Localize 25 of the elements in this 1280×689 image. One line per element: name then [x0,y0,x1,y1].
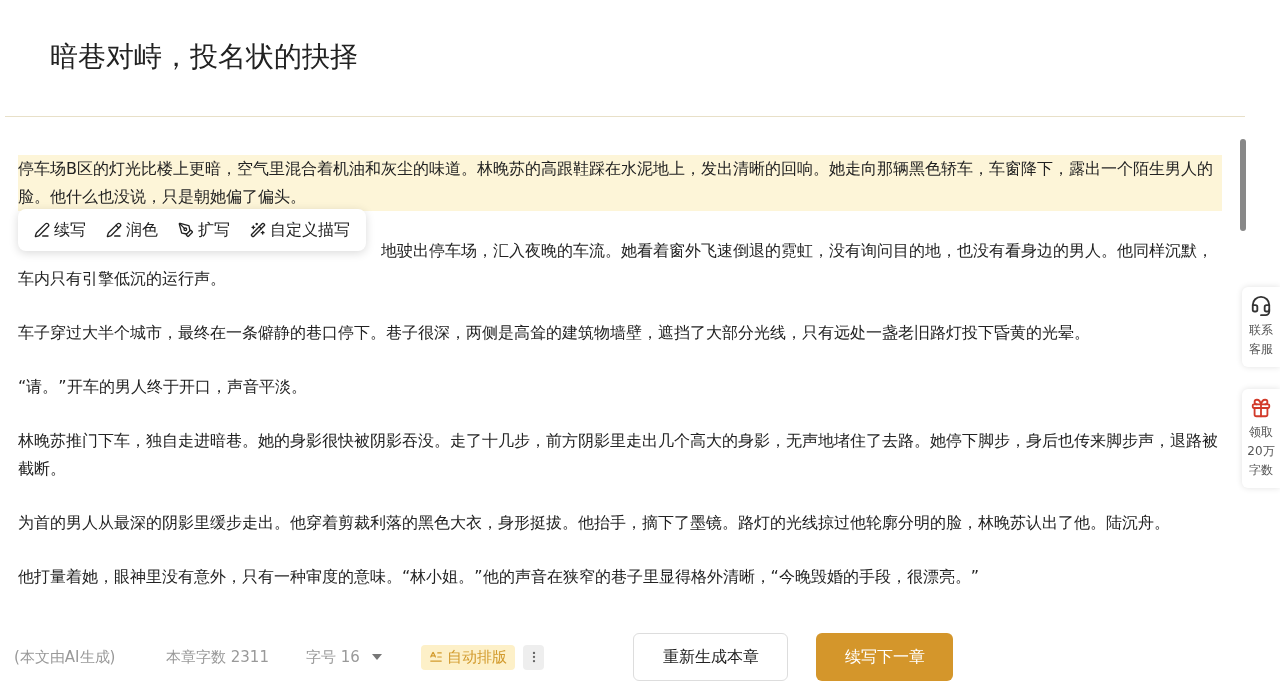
side-widget[interactable]: 领取 20万 字数 [1242,389,1280,488]
more-button[interactable] [523,644,544,670]
story-paragraph: 为首的男人从最深的阴影里缓步走出。他穿着剪裁利落的黑色大衣，身形挺拔。他抬手，摘下了墨镜。路灯的光线掠过他轮廓分明的脸，林晚苏认出了他。陆沉舟。 [18,512,1171,534]
scrollbar[interactable] [1240,139,1246,231]
text-format-icon [429,650,443,664]
story-paragraph: “请。”开车的男人终于开口，声音平淡。 [18,376,308,398]
side-widget[interactable]: 联系 客服 [1242,287,1280,367]
gift-icon [1250,397,1272,419]
chapter-title: 暗巷对峙，投名状的抉择 [50,39,358,75]
toolbar-button[interactable]: 润色 [106,218,158,242]
ai-generated-note: (本文由AI生成) [14,646,117,668]
side-widget-label: 联系 客服 [1249,322,1273,358]
story-paragraph: 林晚苏推门下车，独自走进暗巷。她的身影很快被阴影吞没。走了十几步，前方阴影里走出几个高大的身影，无声地堵住了去路。她停下脚步，身后也传来脚步声，退路被截断。 [18,430,1219,480]
side-widget-label: 领取 20万 字数 [1247,424,1275,479]
toolbar-button[interactable]: 扩写 [178,218,230,242]
story-paragraph: 他打量着她，眼神里没有意外，只有一种审度的意味。“林小姐。”他的声音在狭窄的巷子里显得格外清晰，“今晚毁婚的手段，很漂亮。” [18,566,981,588]
caret-icon [371,654,382,660]
story-paragraph: 车子穿过大半个城市，最终在一条僻静的巷口停下。巷子很深，两侧是高耸的建筑物墙壁，遮挡了大部分光线，只有远处一盏老旧路灯投下昏黄的光晕。 [18,322,1091,344]
toolbar-button[interactable]: 续写 [34,218,86,242]
toolbar-button[interactable]: 自定义描写 [250,218,350,242]
regenerate-button[interactable]: 重新生成本章 [633,633,788,681]
headset-icon [1250,295,1272,317]
story-paragraph: 地驶出停车场，汇入夜晚的车流。她看着窗外飞速倒退的霓虹，没有询问目的地，也没有看身边的男人。他同样沉默，车内只有引擎低沉的运行声。 [18,240,1214,290]
word-count: 本章字数 2311 [166,646,270,668]
story-paragraph: 停车场B区的灯光比楼上更暗，空气里混合着机油和灰尘的味道。林晚苏的高跟鞋踩在水泥地上，发出清晰的回响。她走向那辆黑色轿车，车窗降下，露出一个陌生男人的脸。他什么也没说，只是朝她偏了偏头。 [18,155,1222,211]
